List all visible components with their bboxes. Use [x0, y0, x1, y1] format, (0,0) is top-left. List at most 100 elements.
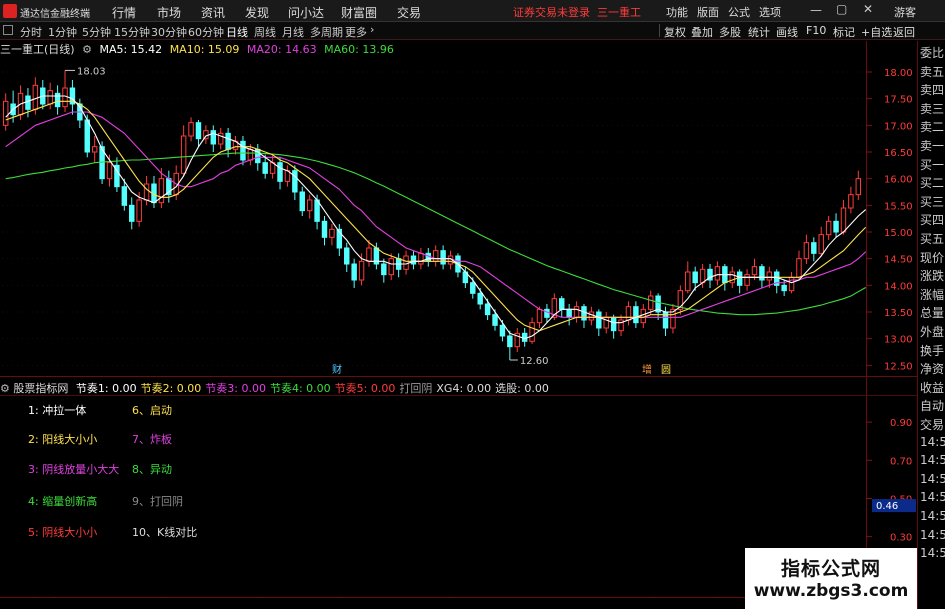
y-tick-label: 13.00 — [884, 335, 913, 346]
candle-down — [425, 252, 432, 262]
candle-up — [625, 306, 632, 321]
marker-box: 圆 — [661, 364, 671, 376]
y-tick-label: 16.50 — [884, 148, 913, 159]
quote-panel-label[interactable]: 14:5 — [920, 435, 945, 449]
candle-up — [714, 266, 721, 281]
legend-item-4: 4: 缩量创新高 — [28, 495, 98, 508]
candle-down — [633, 306, 639, 324]
quote-panel-label[interactable]: 自动 — [920, 397, 944, 414]
y-tick-label: 15.50 — [884, 201, 913, 212]
candle-up — [803, 242, 810, 260]
quote-panel-label[interactable]: 交易 — [920, 416, 944, 433]
quote-panel-label: 卖四 — [920, 83, 945, 98]
y-tick-label: 14.00 — [884, 281, 913, 292]
quote-panel-label: 涨跌 — [920, 269, 945, 284]
candle-down — [314, 199, 320, 222]
sub-indicator-value-2: 节奏2: 0.00 — [140, 382, 202, 395]
candle-down — [410, 255, 417, 265]
y-tick-label: 16.00 — [884, 175, 913, 186]
y-tick-label: 14.50 — [884, 255, 913, 266]
sub-y-tick-label: 0.70 — [890, 456, 912, 467]
candle-down — [129, 204, 135, 222]
sub-indicator-value-8: 选股: 0.00 — [495, 382, 549, 395]
main-grid — [0, 41, 917, 598]
quote-panel-label: 换手 — [920, 343, 945, 358]
quote-panel-label[interactable]: 14:5 — [920, 528, 945, 542]
quote-panel-label: 买二 — [920, 176, 945, 191]
y-tick-label: 18.00 — [884, 68, 913, 79]
candle-down — [610, 316, 617, 332]
y-tick-label: 17.50 — [884, 95, 913, 106]
candle-down — [521, 332, 528, 342]
quote-panel-label: 收益 — [920, 380, 945, 395]
candle-down — [381, 263, 387, 276]
candle-up — [366, 247, 372, 262]
candle-down — [581, 306, 587, 321]
candle-down — [566, 308, 572, 318]
candle-up — [766, 271, 773, 281]
sub-indicator-value-4: 节奏4: 0.00 — [269, 382, 331, 395]
ma60-line — [5, 152, 866, 316]
sub-current-value: 0.46 — [876, 501, 898, 512]
candlesticks — [2, 70, 862, 360]
candle-up — [188, 122, 194, 137]
quote-panel-label[interactable]: 14:5 — [920, 472, 945, 486]
candle-up — [306, 199, 313, 212]
candle-up — [588, 311, 595, 321]
marker-cai: 财 — [332, 363, 342, 376]
candle-up — [32, 84, 39, 110]
candle-down — [210, 130, 217, 145]
quote-panel-label: 买四 — [920, 213, 945, 228]
candle-down — [484, 303, 491, 316]
quote-panel-label[interactable]: 14:5 — [920, 509, 945, 523]
candle-down — [262, 162, 268, 174]
quote-panel-label[interactable]: 14:5 — [920, 453, 945, 467]
candle-down — [544, 308, 550, 318]
candle-down — [596, 311, 602, 329]
quote-panel: 委比 卖五 卖四 卖三 卖二 卖一 买一 买二 买三 买四 买五 现价 涨跌 涨幅 总量 外盘 换手 净资 收益 自动… — [917, 41, 945, 609]
candle-up — [106, 162, 113, 180]
quote-panel-label: 净资 — [920, 362, 945, 377]
candle-up — [647, 295, 654, 310]
candle-up — [744, 274, 750, 286]
sub-indicator-name[interactable]: 股票指标网 — [13, 382, 68, 395]
candle-down — [321, 220, 328, 238]
ma5-line — [5, 95, 867, 340]
legend-item-6: 6、启动 — [132, 404, 172, 417]
candle-down — [477, 292, 483, 305]
low-label: 12.60 — [520, 356, 549, 367]
sub-gear-icon[interactable]: ⚙ — [0, 382, 10, 395]
sub-y-tick-label: 0.90 — [890, 418, 912, 429]
quote-panel-label: 卖一 — [920, 139, 945, 153]
sub-indicator-value-5: 节奏5: 0.00 — [334, 382, 396, 395]
sub-indicator-value-3: 节奏3: 0.00 — [205, 382, 266, 395]
watermark-title: 指标公式网 — [780, 558, 881, 580]
candle-down — [759, 266, 765, 281]
candle-down — [351, 263, 357, 281]
marker-zeng: 增 — [642, 363, 652, 376]
legend-item-8: 8、异动 — [132, 463, 172, 476]
candle-down — [692, 271, 698, 284]
y-tick-label: 12.50 — [884, 361, 913, 372]
candle-up — [640, 308, 647, 324]
legend-item-1: 1: 冲拉一体 — [28, 404, 87, 417]
candle-up — [62, 87, 68, 108]
legend-item-2: 2: 阳线大小小 — [28, 433, 98, 446]
candle-up — [143, 183, 150, 201]
quote-panel-label: 现价 — [920, 250, 945, 265]
candle-down — [84, 119, 90, 153]
candle-up — [180, 135, 187, 174]
quote-panel-label: 卖五 — [920, 64, 945, 79]
candle-up — [329, 228, 335, 238]
sub-indicator-info: ⚙ 股票指标网 节奏1: 0.00 节奏2: 0.00 节奏3: 0.00 节奏4: … — [0, 380, 553, 396]
quote-panel-label[interactable]: 14:5 — [920, 546, 945, 560]
candle-up — [358, 260, 365, 281]
candle-down — [811, 242, 817, 254]
quote-panel-label[interactable]: 14:5 — [920, 490, 945, 504]
candle-down — [492, 314, 498, 326]
candle-up — [848, 194, 854, 209]
candle-up — [573, 306, 580, 318]
candle-down — [470, 282, 476, 294]
candle-down — [833, 220, 839, 233]
quote-panel-label: 委比 — [920, 46, 945, 60]
